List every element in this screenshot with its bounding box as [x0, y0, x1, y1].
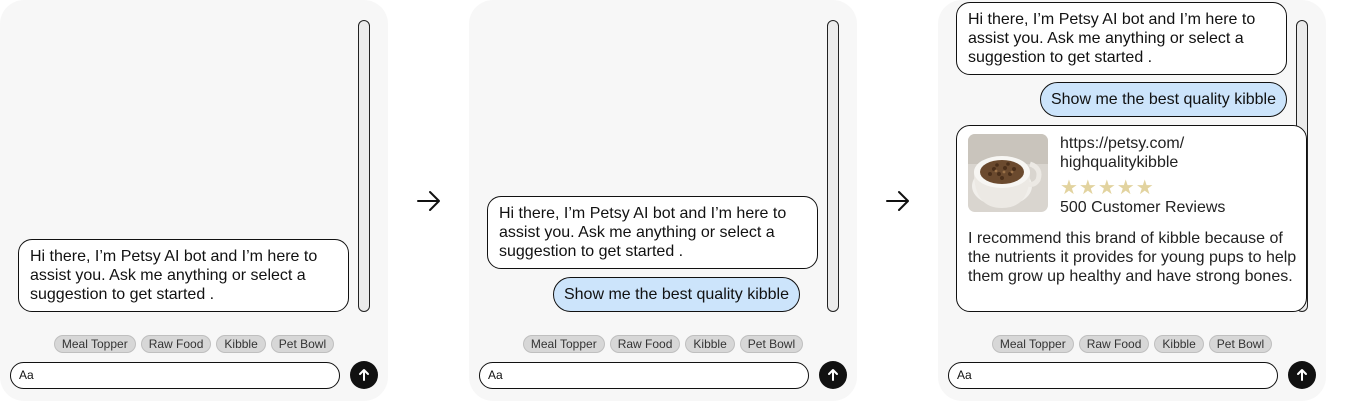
star-rating: ★★★★★	[1060, 177, 1155, 199]
arrow-up-icon	[828, 369, 838, 381]
suggestion-chip-raw-food[interactable]: Raw Food	[1078, 335, 1150, 353]
scrollbar[interactable]	[358, 20, 370, 312]
message-input[interactable]: Aa	[479, 362, 809, 389]
suggestion-chips: Meal Topper Raw Food Kibble Pet Bowl	[0, 335, 388, 353]
chat-panel-step-3: Hi there, I’m Petsy AI bot and I’m here …	[938, 0, 1326, 401]
suggestion-chip-meal-topper[interactable]: Meal Topper	[991, 335, 1074, 353]
arrow-right-icon	[417, 191, 440, 211]
arrow-right-icon	[886, 191, 909, 211]
chat-panel-step-2: Hi there, I’m Petsy AI bot and I’m here …	[469, 0, 857, 401]
suggestion-chip-kibble[interactable]: Kibble	[216, 335, 266, 353]
suggestion-chips: Meal Topper Raw Food Kibble Pet Bowl	[938, 335, 1326, 353]
message-input[interactable]: Aa	[948, 362, 1278, 389]
send-button[interactable]	[1288, 361, 1316, 389]
suggestion-chip-raw-food[interactable]: Raw Food	[140, 335, 212, 353]
suggestion-chip-kibble[interactable]: Kibble	[1154, 335, 1204, 353]
arrow-up-icon	[359, 369, 369, 381]
send-button[interactable]	[350, 361, 378, 389]
suggestion-chip-pet-bowl[interactable]: Pet Bowl	[270, 335, 335, 353]
chat-panel-step-1: Hi there, I’m Petsy AI bot and I’m here …	[0, 0, 388, 401]
product-description: I recommend this brand of kibble because…	[968, 230, 1297, 285]
suggestion-chip-pet-bowl[interactable]: Pet Bowl	[739, 335, 804, 353]
message-input[interactable]: Aa	[10, 362, 340, 389]
user-message-bubble: Show me the best quality kibble	[1039, 82, 1287, 117]
suggestion-chip-kibble[interactable]: Kibble	[685, 335, 735, 353]
send-button[interactable]	[819, 361, 847, 389]
suggestion-chip-raw-food[interactable]: Raw Food	[609, 335, 681, 353]
suggestion-chip-pet-bowl[interactable]: Pet Bowl	[1208, 335, 1273, 353]
product-recommendation-card[interactable]: https://petsy.com/ highqualitykibble ★★★…	[956, 125, 1307, 312]
bot-greeting-bubble: Hi there, I’m Petsy AI bot and I’m here …	[18, 239, 349, 312]
product-link[interactable]: https://petsy.com/ highqualitykibble	[1060, 134, 1260, 172]
bot-greeting-bubble: Hi there, I’m Petsy AI bot and I’m here …	[956, 2, 1287, 75]
product-image	[968, 134, 1048, 212]
suggestion-chip-meal-topper[interactable]: Meal Topper	[522, 335, 605, 353]
suggestion-chips: Meal Topper Raw Food Kibble Pet Bowl	[469, 335, 857, 353]
scrollbar[interactable]	[827, 20, 839, 312]
arrow-up-icon	[1297, 369, 1307, 381]
suggestion-chip-meal-topper[interactable]: Meal Topper	[53, 335, 136, 353]
user-message-bubble: Show me the best quality kibble	[552, 277, 800, 312]
bot-greeting-bubble: Hi there, I’m Petsy AI bot and I’m here …	[487, 196, 818, 269]
review-count: 500 Customer Reviews	[1060, 199, 1226, 216]
